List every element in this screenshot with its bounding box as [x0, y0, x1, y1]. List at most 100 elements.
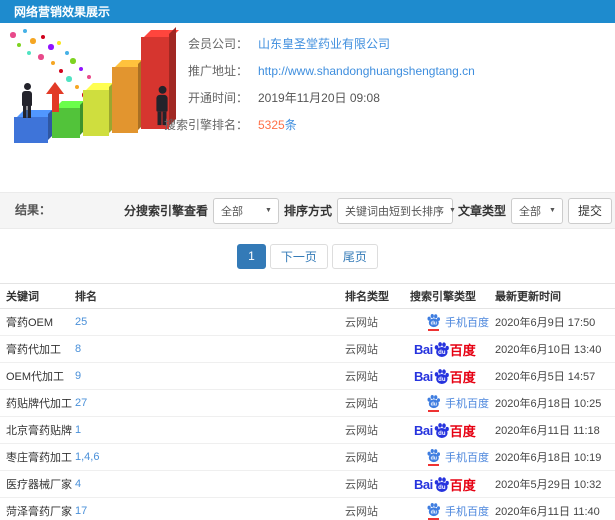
- baidu-paw-icon: du: [434, 368, 449, 384]
- mobile-baidu-label: 手机百度: [445, 317, 489, 329]
- rank-cell[interactable]: 25: [75, 308, 345, 336]
- baidu-bai-text: Bai: [414, 476, 433, 492]
- baidu-paw-icon: du: [427, 395, 440, 409]
- baidu-cn-text: 百度: [449, 477, 476, 493]
- col-rank-type: 排名类型: [345, 283, 410, 309]
- rank-cell[interactable]: 1: [75, 416, 345, 444]
- updated-cell: 2020年6月11日 11:18: [495, 416, 615, 444]
- up-arrow-icon: [46, 82, 64, 112]
- sort-label: 排序方式: [283, 204, 332, 218]
- rank-type-cell: 云网站: [345, 389, 410, 417]
- baidu-bai-text: Bai: [414, 422, 433, 438]
- red-underline: [428, 464, 439, 466]
- company-label: 会员公司：: [187, 37, 248, 51]
- rank-cell[interactable]: 27: [75, 389, 345, 417]
- chart-bar-orange: [112, 57, 148, 133]
- filter-controls: 分搜索引擎查看 全部 ▼ 排序方式 关键词由短到长排序 ▼ 文章类型 全部 ▼ …: [123, 197, 612, 224]
- rank-type-cell: 云网站: [345, 335, 410, 363]
- baidu-bai-text: Bai: [414, 341, 433, 357]
- page-1-button[interactable]: 1: [237, 243, 266, 269]
- table-row: 菏泽膏药厂家 17 云网站 du 手机百度 2020年6月11日 11:40: [0, 497, 615, 520]
- keyword-cell: 膏药OEM: [0, 308, 75, 336]
- engine-rank-label: 搜索引擎排名：: [163, 118, 248, 132]
- mobile-baidu-logo: du 手机百度: [426, 502, 489, 520]
- promo-url-link[interactable]: http://www.shandonghuangshengtang.cn: [258, 64, 475, 78]
- chart-bar-yellow: [83, 80, 119, 136]
- rank-type-cell: 云网站: [345, 497, 410, 520]
- table-row: 膏药OEM 25 云网站 du 手机百度 2020年6月9日 17:50: [0, 308, 615, 336]
- chart-bar-green: [52, 98, 90, 138]
- engine-filter-label: 分搜索引擎查看: [123, 204, 208, 218]
- mobile-baidu-icon: du: [426, 394, 441, 412]
- page: 网络营销效果展示 会员公司： 山东皇圣堂药业有限公司 推广地址： http://…: [0, 0, 615, 520]
- open-time-label: 开通时间：: [187, 91, 248, 105]
- svg-text:du: du: [431, 510, 437, 516]
- pagination: 1 下一页 尾页: [0, 243, 615, 269]
- engine-cell: du 手机百度: [410, 497, 495, 520]
- rank-count: 5325: [258, 118, 285, 132]
- updated-cell: 2020年6月5日 14:57: [495, 362, 615, 390]
- mobile-baidu-logo: du 手机百度: [426, 448, 489, 466]
- mobile-baidu-logo: du 手机百度: [426, 313, 489, 331]
- baidu-cn-text: 百度: [449, 423, 476, 439]
- baidu-cn-text: 百度: [449, 369, 476, 385]
- mobile-baidu-label: 手机百度: [445, 506, 489, 518]
- rank-cell[interactable]: 1,4,6: [75, 443, 345, 471]
- mobile-baidu-logo: du 手机百度: [426, 394, 489, 412]
- baidu-logo: Bai du 百度: [414, 421, 476, 440]
- svg-text:du: du: [438, 431, 446, 437]
- last-page-button[interactable]: 尾页: [331, 243, 378, 269]
- engine-cell: du 手机百度: [410, 389, 495, 417]
- chevron-down-icon: ▼: [549, 207, 556, 214]
- open-time-value: 2019年11月20日 09:08: [258, 91, 380, 105]
- baidu-logo: Bai du 百度: [414, 367, 476, 386]
- table-row: 枣庄膏药加工 1,4,6 云网站 du 手机百度 2020年6月18日 10:19: [0, 443, 615, 471]
- submit-button[interactable]: 提交: [567, 197, 612, 224]
- chevron-down-icon: ▼: [265, 207, 272, 214]
- baidu-paw-icon: du: [427, 503, 440, 517]
- table-row: 北京膏药贴牌 1 云网站 Bai du 百度 2020年6月11日 11:18: [0, 416, 615, 444]
- rank-cell[interactable]: 17: [75, 497, 345, 520]
- table-row: OEM代加工 9 云网站 Bai du 百度 2020年6月5日 14:57: [0, 362, 615, 390]
- keyword-cell: 枣庄膏药加工: [0, 443, 75, 471]
- red-underline: [428, 329, 439, 331]
- engine-filter-select[interactable]: 全部 ▼: [212, 197, 279, 224]
- keyword-cell: 医疗器械厂家: [0, 470, 75, 498]
- svg-text:du: du: [438, 377, 446, 383]
- result-label: 结果：: [15, 203, 52, 217]
- promo-url-row: 推广地址： http://www.shandonghuangshengtang.…: [150, 57, 475, 84]
- updated-cell: 2020年6月11日 11:40: [495, 497, 615, 520]
- rank-cell[interactable]: 8: [75, 335, 345, 363]
- engine-cell: du 手机百度: [410, 443, 495, 471]
- rank-type-cell: 云网站: [345, 416, 410, 444]
- col-updated: 最新更新时间: [495, 283, 615, 309]
- red-underline: [428, 410, 439, 412]
- sort-selected: 关键词由短到长排序: [344, 205, 444, 218]
- table-row: 膏药代加工 8 云网站 Bai du 百度 2020年6月10日 13:40: [0, 335, 615, 363]
- baidu-paw-icon: du: [427, 449, 440, 463]
- next-page-button[interactable]: 下一页: [269, 243, 328, 269]
- engine-rank-value: 5325条: [258, 116, 297, 133]
- app-header: 网络营销效果展示: [0, 0, 615, 23]
- keyword-cell: 膏药代加工: [0, 335, 75, 363]
- table-row: 药贴牌代加工 27 云网站 du 手机百度 2020年6月18日 10:25: [0, 389, 615, 417]
- page-title: 网络营销效果展示: [14, 5, 111, 19]
- rank-cell[interactable]: 4: [75, 470, 345, 498]
- rank-cell[interactable]: 9: [75, 362, 345, 390]
- baidu-cn-text: 百度: [449, 342, 476, 358]
- article-type-select[interactable]: 全部 ▼: [510, 197, 563, 224]
- col-keyword: 关键词: [0, 283, 75, 309]
- mobile-baidu-label: 手机百度: [445, 398, 489, 410]
- svg-text:du: du: [431, 456, 437, 462]
- rank-type-cell: 云网站: [345, 308, 410, 336]
- baidu-paw-icon: du: [427, 314, 440, 328]
- table-row: 医疗器械厂家 4 云网站 Bai du 百度 2020年5月29日 10:32: [0, 470, 615, 498]
- filter-bar: 结果： 分搜索引擎查看 全部 ▼ 排序方式 关键词由短到长排序 ▼ 文章类型 全…: [0, 192, 615, 229]
- company-link[interactable]: 山东皇圣堂药业有限公司: [258, 35, 390, 52]
- keyword-cell: 菏泽膏药厂家: [0, 497, 75, 520]
- mobile-baidu-label: 手机百度: [445, 452, 489, 464]
- sort-select[interactable]: 关键词由短到长排序 ▼: [336, 197, 456, 224]
- chevron-down-icon: ▼: [448, 207, 456, 214]
- svg-text:du: du: [431, 402, 437, 408]
- updated-cell: 2020年6月9日 17:50: [495, 308, 615, 336]
